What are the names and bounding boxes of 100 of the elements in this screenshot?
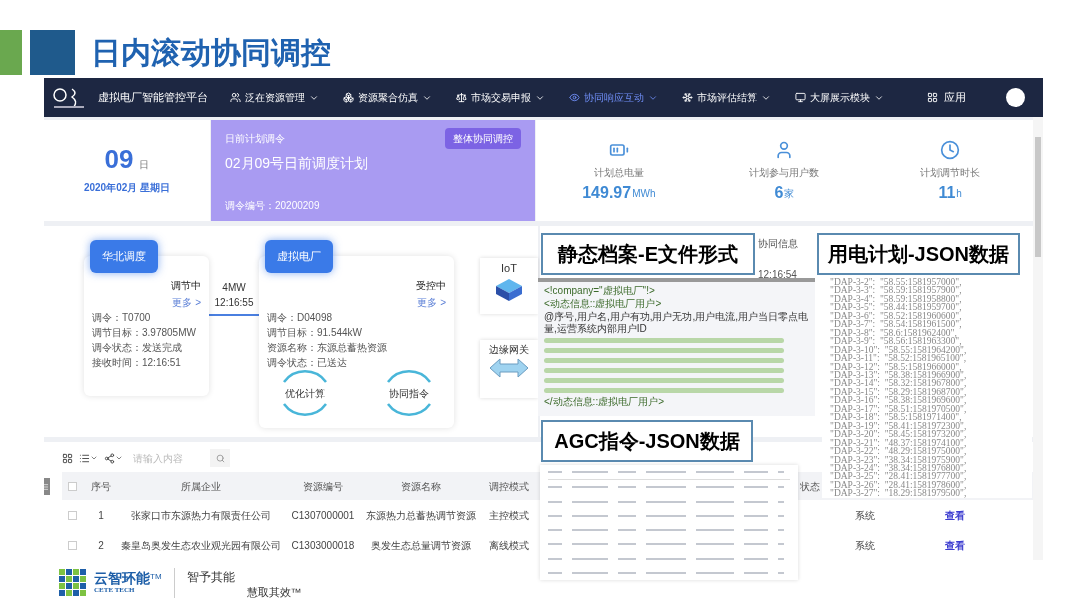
list-view-button[interactable] — [79, 452, 98, 464]
link-time: 12:16:55 — [214, 296, 254, 311]
iot-label: IoT — [501, 261, 517, 277]
node-field: 调令：D04098 — [267, 311, 446, 326]
code-line: <动态信息::虚拟电厂用户> — [544, 298, 663, 310]
row-checkbox[interactable] — [68, 510, 77, 520]
plan-label: 日前计划调令 — [225, 132, 285, 146]
accent-block — [30, 30, 75, 75]
slogan: 智予其能 — [186, 569, 235, 586]
node-field: 资源名称：东源总蓄热资源 — [267, 341, 446, 356]
json-line: "DAP-3-10": "58.55:1581964200", — [830, 345, 968, 355]
json-line: "DAP-3-9": "58.56:1581963300", — [830, 337, 963, 346]
json-line: "DAP-3-18": "58.5:1581971400", — [830, 413, 963, 422]
grid-view-icon[interactable] — [62, 452, 73, 464]
share-icon — [104, 452, 115, 464]
avatar[interactable] — [1006, 88, 1025, 107]
menu-item-icon — [230, 92, 241, 103]
column-header: 资源名称 — [399, 479, 442, 494]
json-line: "DAP-3-3": "58.59:1581957900", — [830, 286, 963, 295]
step-label: 优化计算 — [284, 386, 325, 401]
menu-item-icon — [795, 92, 806, 103]
step-label: 协同指令 — [388, 386, 429, 401]
apps-button[interactable]: 应用 — [927, 89, 966, 106]
json-line: "DAP-3-6": "58.52:1581960600", — [830, 311, 963, 321]
brand-logo-icon — [58, 569, 88, 597]
stat-value: 149.97 — [582, 185, 632, 202]
json-line: "DAP-3-26": "28.41:1581978600", — [830, 480, 968, 490]
nav-menu-item[interactable]: 大屏展示模块 — [795, 90, 884, 105]
json-line: "DAP-3-12": "58.5:1581966000", — [830, 362, 963, 371]
json-line: "DAP-3-19": "58.41:1581972300", — [830, 421, 968, 431]
coop-time: 12:16:54 — [758, 268, 797, 283]
coop-title: 协同信息 — [758, 237, 798, 252]
table-cell-text: 东源热力总蓄热调节资源 — [364, 508, 477, 523]
nav-menu-item[interactable]: 市场交易申报 — [456, 90, 545, 105]
code-line: <!company="虚拟电厂"!> — [544, 285, 656, 297]
gateway-label: 边缘网关 — [489, 343, 529, 358]
plan-code: 调令编号：20200209 — [225, 199, 321, 214]
table-cell-text: 系统 — [854, 508, 876, 523]
day-number: 09 — [104, 146, 134, 173]
nav-menu-item[interactable]: 协同响应互动 — [569, 90, 658, 105]
stat-unit: MWh — [632, 187, 656, 202]
nav-menu-item[interactable]: 资源聚合仿真 — [343, 90, 432, 105]
node-status: 调节中 — [171, 279, 201, 294]
column-header: 资源编号 — [302, 479, 344, 494]
stat-label: 计划总电量 — [593, 166, 644, 181]
double-arrow-icon — [489, 357, 529, 380]
accent-bar — [0, 30, 22, 75]
column-header: 序号 — [90, 479, 112, 494]
callout-label: AGC指令-JSON数据 — [541, 420, 753, 462]
menu-item-icon — [569, 92, 580, 103]
json-line: "DAP-3-23": "38.34:1581975900", — [830, 455, 968, 464]
column-header: 所属企业 — [179, 479, 222, 494]
json-line: "DAP-3-27": "18.29:1581979500", — [830, 489, 968, 498]
share-button[interactable] — [104, 452, 123, 464]
node-status: 受控中 — [416, 279, 446, 294]
json-line: "DAP-3-21": "48.37:1581974100", — [830, 438, 968, 448]
menu-item-icon — [343, 92, 354, 103]
view-link[interactable]: 查看 — [900, 507, 1010, 523]
table-cell-text: 1 — [97, 508, 105, 523]
node-field: 调节目标：3.97805MW — [92, 326, 201, 341]
node-title-button[interactable]: 华北调度 — [90, 240, 158, 273]
search-field[interactable]: 请输入内容 — [129, 449, 204, 467]
node-field: 接收时间：12:16:51 — [92, 356, 201, 371]
row-checkbox[interactable] — [68, 540, 77, 550]
view-link[interactable]: 查看 — [900, 537, 1010, 553]
json-line: "DAP-3-8": "58.6:1581962400", — [830, 328, 958, 338]
json-line: "DAP-3-14": "58.32:1581967800", — [830, 379, 968, 388]
stat-icon — [940, 140, 961, 161]
cube-icon — [494, 276, 524, 303]
table-cell-text: 秦皇岛奥发生态农业观光园有限公司 — [119, 538, 282, 553]
nav-menu-item[interactable]: 泛在资源管理 — [230, 90, 319, 105]
json-line: "DAP-3-11": "58.52:1581965100", — [830, 354, 968, 363]
select-all-checkbox[interactable] — [68, 481, 77, 491]
grid-icon — [927, 92, 938, 103]
date-text: 2020年02月 星期日 — [83, 181, 171, 196]
nav-menu-item[interactable]: 市场评估结算 — [682, 90, 771, 105]
coordinate-button[interactable]: 整体协同调控 — [445, 128, 521, 149]
app-title: 虚拟电厂智能管控平台 — [98, 90, 208, 106]
json-line: "DAP-3-13": "58.38:1581966900", — [830, 371, 968, 380]
search-button[interactable] — [210, 449, 230, 467]
table-cell-text: 系统 — [854, 538, 876, 553]
connector-line — [209, 314, 259, 317]
node-title-button[interactable]: 虚拟电厂 — [265, 240, 333, 273]
table-cell-text: C1303000018 — [290, 538, 356, 553]
caret-icon — [90, 454, 98, 462]
stat-unit: 家 — [784, 187, 795, 202]
json-line: "DAP-3-15": "58.29:1581968700", — [830, 387, 968, 397]
day-unit: 日 — [139, 158, 150, 173]
brand-name: 云智环能 — [94, 570, 150, 585]
more-link[interactable]: 更多 > — [172, 295, 201, 311]
code-line: </动态信息::虚拟电厂用户> — [544, 396, 665, 408]
more-link[interactable]: 更多 > — [417, 295, 446, 311]
slide-title: 日内滚动协同调控 — [91, 35, 331, 71]
stat-value: 6 — [774, 185, 784, 202]
json-line: "DAP-3-20": "58.45:1581973200", — [830, 430, 968, 439]
callout-label: 用电计划-JSON数据 — [817, 233, 1020, 275]
stat-label: 计划调节时长 — [920, 166, 981, 181]
callout-label: 静态档案-E文件形式 — [541, 233, 755, 275]
node-field: 调令：T0700 — [92, 311, 201, 326]
node-field: 调令状态：已送达 — [267, 356, 446, 371]
